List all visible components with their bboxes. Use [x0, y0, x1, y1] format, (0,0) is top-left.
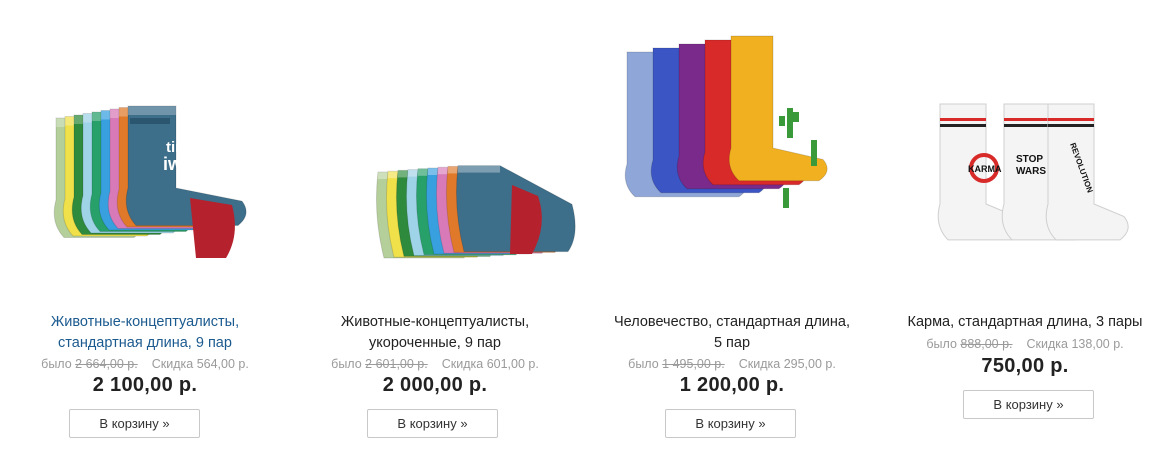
- sock-shape: [190, 198, 235, 258]
- old-price-row: было 888,00 р. Скидка 138,00 р.: [880, 337, 1170, 351]
- discount-value: 601,00 р.: [486, 357, 539, 371]
- product-image[interactable]: KARMA STOP WARS REVOLUTION: [880, 0, 1170, 300]
- product-title-line1[interactable]: Животные-концептуалисты,: [341, 314, 529, 330]
- old-price-label: было: [926, 337, 957, 351]
- sock-shape: [779, 116, 785, 126]
- sock-print-text: iw: [163, 154, 183, 174]
- discount-label: Скидка: [151, 357, 194, 371]
- old-price-row: было 1 495,00 р. Скидка 295,00 р.: [587, 357, 877, 371]
- old-price: 2 664,00 р.: [75, 357, 138, 371]
- product-card: Животные-концептуалисты, укороченные, 9 …: [290, 0, 580, 464]
- old-price-row: было 2 601,00 р. Скидка 601,00 р.: [290, 357, 580, 371]
- sock-print-text: KARMA: [968, 164, 1002, 174]
- product-card: KARMA STOP WARS REVOLUTION Карма, стандартн…: [880, 0, 1170, 464]
- sock-shape: [787, 108, 793, 138]
- sock-print-text: WARS: [1016, 166, 1046, 177]
- sock-print-text: STOP: [1016, 154, 1043, 165]
- product-title[interactable]: Карма, стандартная длина, 3 пары: [880, 312, 1170, 333]
- product-price: 2 100,00 р.: [92, 374, 198, 396]
- product-title[interactable]: Человечество, стандартная длина, 5 пар: [587, 312, 877, 354]
- product-title-line1[interactable]: Карма, стандартная длина, 3 пары: [908, 314, 1143, 330]
- sock-shape: [811, 140, 817, 166]
- stripe-black: [940, 124, 986, 127]
- product-title-line2[interactable]: укороченные, 9 пар: [369, 335, 501, 351]
- sock-shape: [458, 165, 500, 173]
- discount-value: 138,00 р.: [1071, 337, 1124, 351]
- product-title-line2[interactable]: стандартная длина, 9 пар: [58, 335, 232, 351]
- stripe-black: [1048, 124, 1094, 127]
- discount-value: 295,00 р.: [783, 357, 836, 371]
- discount-label: Скидка: [441, 357, 484, 371]
- old-price: 888,00 р.: [960, 337, 1013, 351]
- product-price: 2 000,00 р.: [382, 374, 488, 396]
- product-title-link[interactable]: Животные-концептуалисты, стандартная дли…: [0, 312, 290, 354]
- add-to-cart-button[interactable]: В корзину »: [69, 409, 200, 438]
- stripe-black: [1004, 124, 1050, 127]
- product-image[interactable]: [290, 0, 580, 300]
- discount-label: Скидка: [738, 357, 781, 371]
- sock-shape: [793, 112, 799, 122]
- product-title[interactable]: Животные-концептуалисты, укороченные, 9 …: [290, 312, 580, 354]
- old-price: 1 495,00 р.: [662, 357, 725, 371]
- product-image[interactable]: time iw: [0, 0, 290, 300]
- product-card: Человечество, стандартная длина, 5 пар б…: [587, 0, 877, 464]
- product-price: 750,00 р.: [981, 355, 1069, 377]
- product-card: time iw Животные-концептуалисты, стандарт…: [0, 0, 290, 464]
- sock-shape: [128, 106, 176, 115]
- sock-shape: [783, 188, 789, 208]
- discount-label: Скидка: [1026, 337, 1068, 351]
- add-to-cart-button[interactable]: В корзину »: [367, 409, 498, 438]
- old-price-row: было 2 664,00 р. Скидка 564,00 р.: [0, 357, 290, 371]
- discount-value: 564,00 р.: [196, 357, 249, 371]
- product-title-line1[interactable]: Человечество, стандартная длина,: [614, 314, 850, 330]
- product-title-line1[interactable]: Животные-концептуалисты,: [51, 314, 239, 330]
- add-to-cart-button[interactable]: В корзину »: [963, 390, 1094, 419]
- old-price-label: было: [41, 357, 72, 371]
- product-price: 1 200,00 р.: [679, 374, 785, 396]
- stripe-red: [1004, 118, 1050, 121]
- sock-shape: [130, 118, 170, 124]
- old-price-label: было: [628, 357, 659, 371]
- product-image[interactable]: [587, 0, 877, 300]
- stripe-red: [940, 118, 986, 121]
- old-price-label: было: [331, 357, 362, 371]
- stripe-red: [1048, 118, 1094, 121]
- old-price: 2 601,00 р.: [365, 357, 428, 371]
- add-to-cart-button[interactable]: В корзину »: [665, 409, 796, 438]
- product-title-line2[interactable]: 5 пар: [714, 335, 750, 351]
